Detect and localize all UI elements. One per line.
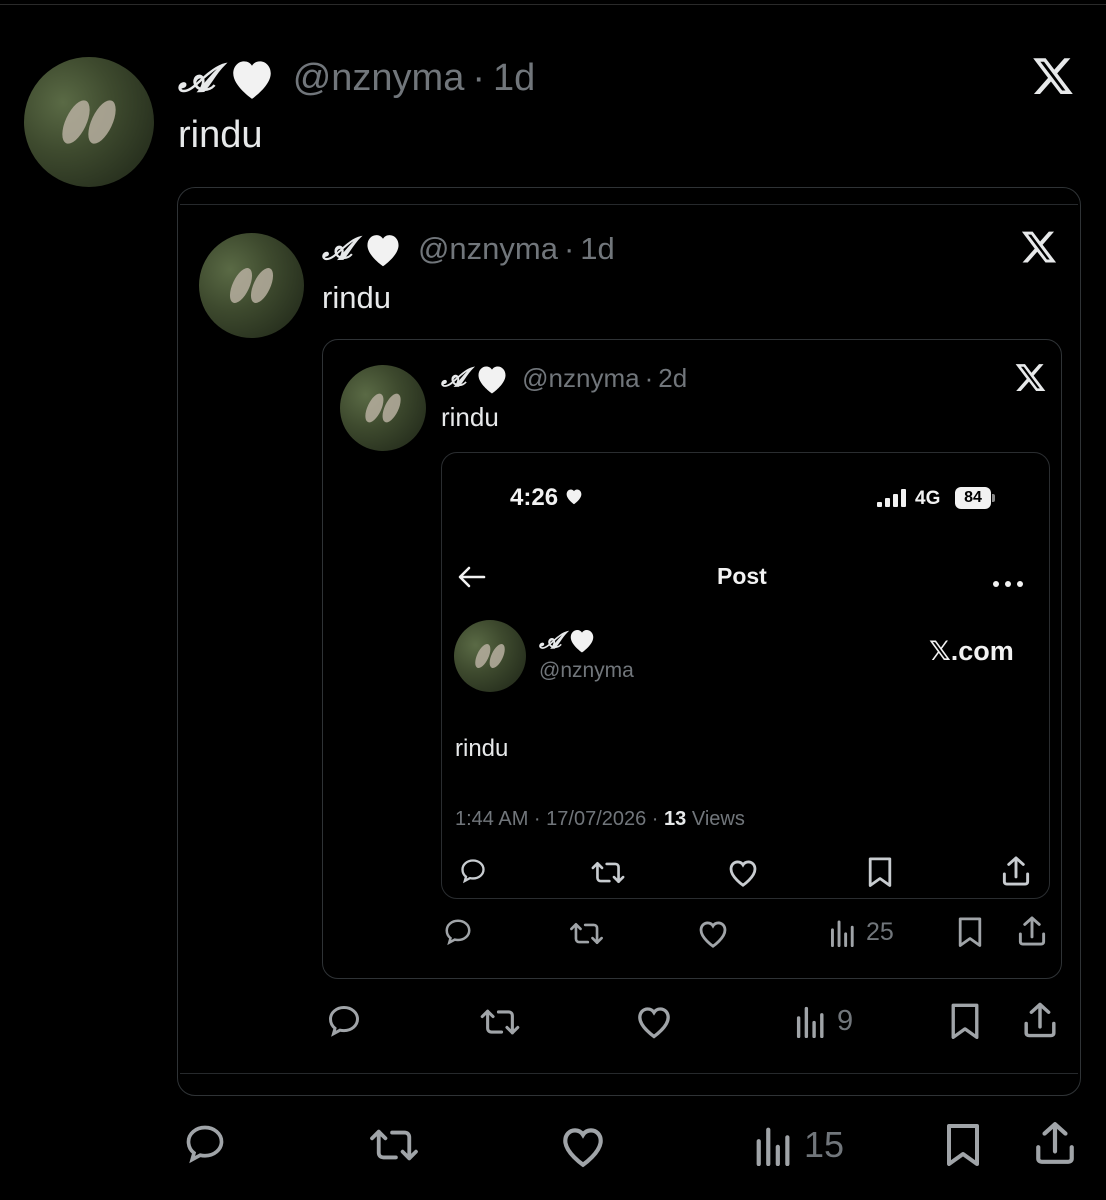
share-button[interactable] — [1032, 1120, 1078, 1166]
separator: · — [563, 231, 575, 266]
post-text: rindu — [455, 735, 509, 762]
status-time: 4:26 — [510, 484, 584, 512]
tweet-text: rindu — [178, 114, 263, 156]
mid-header: 𝓐 @nznyma · 1d — [322, 230, 615, 268]
reply-button[interactable] — [182, 1122, 228, 1166]
heart-icon — [564, 484, 584, 512]
heart-icon — [474, 362, 510, 395]
header-title: Post — [717, 563, 767, 589]
avatar[interactable] — [340, 365, 426, 451]
tweet-text: rindu — [441, 402, 499, 432]
separator: · — [472, 56, 486, 99]
views-count: 15 — [804, 1124, 845, 1165]
like-button[interactable] — [634, 1003, 674, 1040]
post-meta: 1:44 AM · 17/07/2026 · 13 Views — [455, 808, 745, 831]
reply-button[interactable] — [458, 857, 488, 885]
views-count: 9 — [837, 1004, 854, 1037]
media-screenshot[interactable] — [441, 452, 1050, 899]
more-icon[interactable] — [993, 574, 1023, 592]
timestamp[interactable]: 1d — [493, 57, 535, 100]
avatar[interactable] — [24, 57, 154, 187]
battery-icon: 84 — [955, 487, 991, 509]
heart-icon — [362, 230, 404, 268]
share-button[interactable] — [1000, 855, 1032, 887]
timestamp[interactable]: 2d — [658, 363, 687, 394]
like-button[interactable] — [696, 918, 730, 949]
handle[interactable]: @nznyma — [539, 659, 634, 683]
reply-button[interactable] — [442, 917, 474, 947]
battery-tip — [992, 494, 995, 502]
avatar[interactable] — [199, 233, 304, 338]
views-button[interactable]: 25 — [828, 918, 894, 947]
tweet-text: rindu — [322, 280, 391, 315]
timestamp[interactable]: 1d — [580, 231, 614, 267]
separator: · — [644, 362, 654, 393]
retweet-button[interactable] — [368, 1124, 420, 1166]
post-timestamp: 1:44 AM · 17/07/2026 · — [455, 808, 665, 830]
bookmark-button[interactable] — [866, 856, 894, 887]
brand-label: 𝕏.com — [929, 636, 1014, 666]
retweet-button[interactable] — [568, 919, 605, 948]
inner-header: 𝓐 @nznyma · 2d — [441, 362, 687, 394]
display-name[interactable]: 𝓐 — [178, 55, 215, 101]
display-name[interactable]: 𝓐 — [441, 363, 466, 394]
share-button[interactable] — [1021, 1001, 1059, 1039]
x-logo-icon — [1030, 54, 1076, 98]
retweet-button[interactable] — [478, 1005, 522, 1039]
heart-icon — [567, 626, 597, 654]
views-count: 25 — [866, 918, 894, 946]
retweet-button[interactable] — [590, 858, 626, 887]
share-button[interactable] — [1016, 915, 1048, 947]
x-logo-icon — [1014, 361, 1047, 394]
top-divider — [0, 4, 1106, 5]
signal-icon — [876, 488, 910, 513]
network-label: 4G — [915, 488, 941, 509]
post-views-label: Views — [686, 808, 745, 830]
battery-level: 84 — [964, 489, 982, 506]
handle[interactable]: @nznyma — [293, 57, 465, 100]
status-time-label: 4:26 — [510, 484, 559, 511]
handle[interactable]: @nznyma — [522, 363, 639, 394]
reply-button[interactable] — [325, 1003, 363, 1039]
heart-icon — [227, 55, 277, 101]
like-button[interactable] — [558, 1123, 608, 1169]
post-author: 𝓐 — [539, 626, 597, 654]
views-button[interactable]: 15 — [752, 1124, 844, 1166]
avatar[interactable] — [454, 620, 526, 692]
display-name[interactable]: 𝓐 — [539, 627, 561, 654]
bookmark-button[interactable] — [948, 1002, 982, 1039]
post-views-count: 13 — [664, 808, 687, 830]
display-name[interactable]: 𝓐 — [322, 231, 352, 268]
handle[interactable]: @nznyma — [418, 231, 558, 267]
like-button[interactable] — [726, 857, 760, 888]
outer-header: 𝓐 @nznyma · 1d — [178, 55, 535, 101]
back-arrow-icon[interactable] — [458, 565, 486, 594]
bookmark-button[interactable] — [956, 916, 984, 947]
views-button[interactable]: 9 — [793, 1004, 853, 1038]
x-logo-icon — [1020, 228, 1058, 266]
bookmark-button[interactable] — [943, 1122, 983, 1166]
